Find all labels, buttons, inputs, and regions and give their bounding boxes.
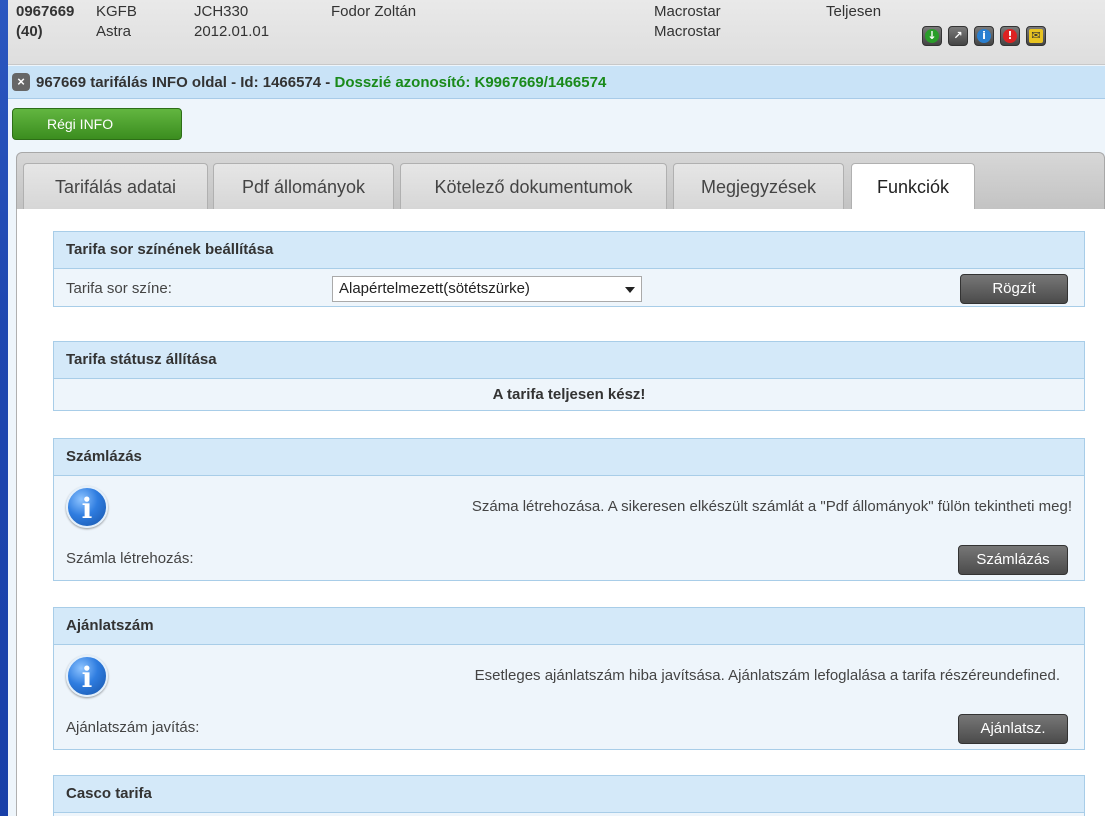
info-icon: i	[66, 486, 108, 528]
arrow-icon[interactable]: ↗	[948, 26, 968, 46]
app-window: 0967669 (40) KGFB Astra JCH330 2012.01.0…	[8, 0, 1105, 816]
offer-info-text: Esetleges ajánlatszám hiba javítsása. Aj…	[474, 667, 1060, 684]
mail-icon[interactable]: ✉	[1026, 26, 1046, 46]
casco-panel: Casco tarifa	[53, 775, 1085, 816]
client-name: Fodor Zoltán	[331, 3, 417, 20]
policy-count: (40)	[16, 23, 43, 40]
panel-title: Tarifa sor színének beállítása	[54, 232, 1084, 269]
info-title: 967669 tarifálás INFO oldal - Id: 146657…	[36, 73, 331, 91]
tab-bar: Tarifálás adatai Pdf állományok Kötelező…	[16, 152, 1105, 211]
billing-button[interactable]: Számlázás	[958, 545, 1068, 575]
offer-fix-button[interactable]: Ajánlatsz.	[958, 714, 1068, 744]
start-date: 2012.01.01	[194, 23, 270, 40]
agency-name-2: Macrostar	[654, 23, 721, 40]
agency-name: Macrostar	[654, 3, 721, 20]
row-color-label: Tarifa sor színe:	[66, 280, 172, 297]
panel-title: Tarifa státusz állítása	[54, 342, 1084, 379]
tab-megjegyzesek[interactable]: Megjegyzések	[673, 163, 844, 210]
alert-icon[interactable]: !	[1000, 26, 1020, 46]
old-info-button[interactable]: Régi INFO	[12, 108, 182, 140]
policy-type: KGFB	[96, 3, 137, 20]
policy-id: 0967669	[16, 3, 75, 20]
tab-kotelezo-dokumentumok[interactable]: Kötelező dokumentumok	[400, 163, 667, 210]
info-titlebar: × 967669 tarifálás INFO oldal - Id: 1466…	[8, 66, 1105, 99]
info-icon[interactable]: i	[974, 26, 994, 46]
row-color-select[interactable]: Alapértelmezett(sötétszürke)	[332, 276, 642, 302]
row-color-panel: Tarifa sor színének beállítása Tarifa so…	[53, 231, 1085, 307]
policy-header: 0967669 (40) KGFB Astra JCH330 2012.01.0…	[8, 0, 1105, 65]
status-message: A tarifa teljesen kész!	[492, 386, 646, 403]
offer-panel: Ajánlatszám i Esetleges ajánlatszám hiba…	[53, 607, 1085, 750]
info-icon: i	[66, 655, 108, 697]
panel-title: Casco tarifa	[54, 776, 1084, 813]
tab-pdf-allomanyok[interactable]: Pdf állományok	[213, 163, 394, 210]
panel-title: Számlázás	[54, 439, 1084, 476]
tab-funkciok[interactable]: Funkciók	[851, 163, 975, 211]
plate-number: JCH330	[194, 3, 249, 20]
functions-content: Tarifa sor színének beállítása Tarifa so…	[16, 209, 1105, 816]
offer-label: Ajánlatszám javítás:	[66, 719, 200, 736]
tab-tarifalas-adatai[interactable]: Tarifálás adatai	[23, 163, 208, 210]
car-make: Astra	[96, 23, 132, 40]
billing-label: Számla létrehozás:	[66, 550, 194, 567]
close-icon[interactable]: ×	[12, 73, 30, 91]
download-icon[interactable]: ↓	[922, 26, 942, 46]
status-text: Teljesen	[826, 3, 882, 20]
chevron-down-icon	[625, 287, 635, 293]
panel-title: Ajánlatszám	[54, 608, 1084, 645]
billing-info-text: Száma létrehozása. A sikeresen elkészült…	[471, 498, 1072, 515]
status-panel: Tarifa státusz állítása A tarifa teljese…	[53, 341, 1085, 411]
header-actions: ↓ ↗ i ! ✉	[922, 26, 1046, 46]
save-button[interactable]: Rögzít	[960, 274, 1068, 304]
billing-panel: Számlázás i Száma létrehozása. A sikeres…	[53, 438, 1085, 581]
dossier-id: Dosszié azonosító: K9967669/1466574	[334, 73, 607, 91]
